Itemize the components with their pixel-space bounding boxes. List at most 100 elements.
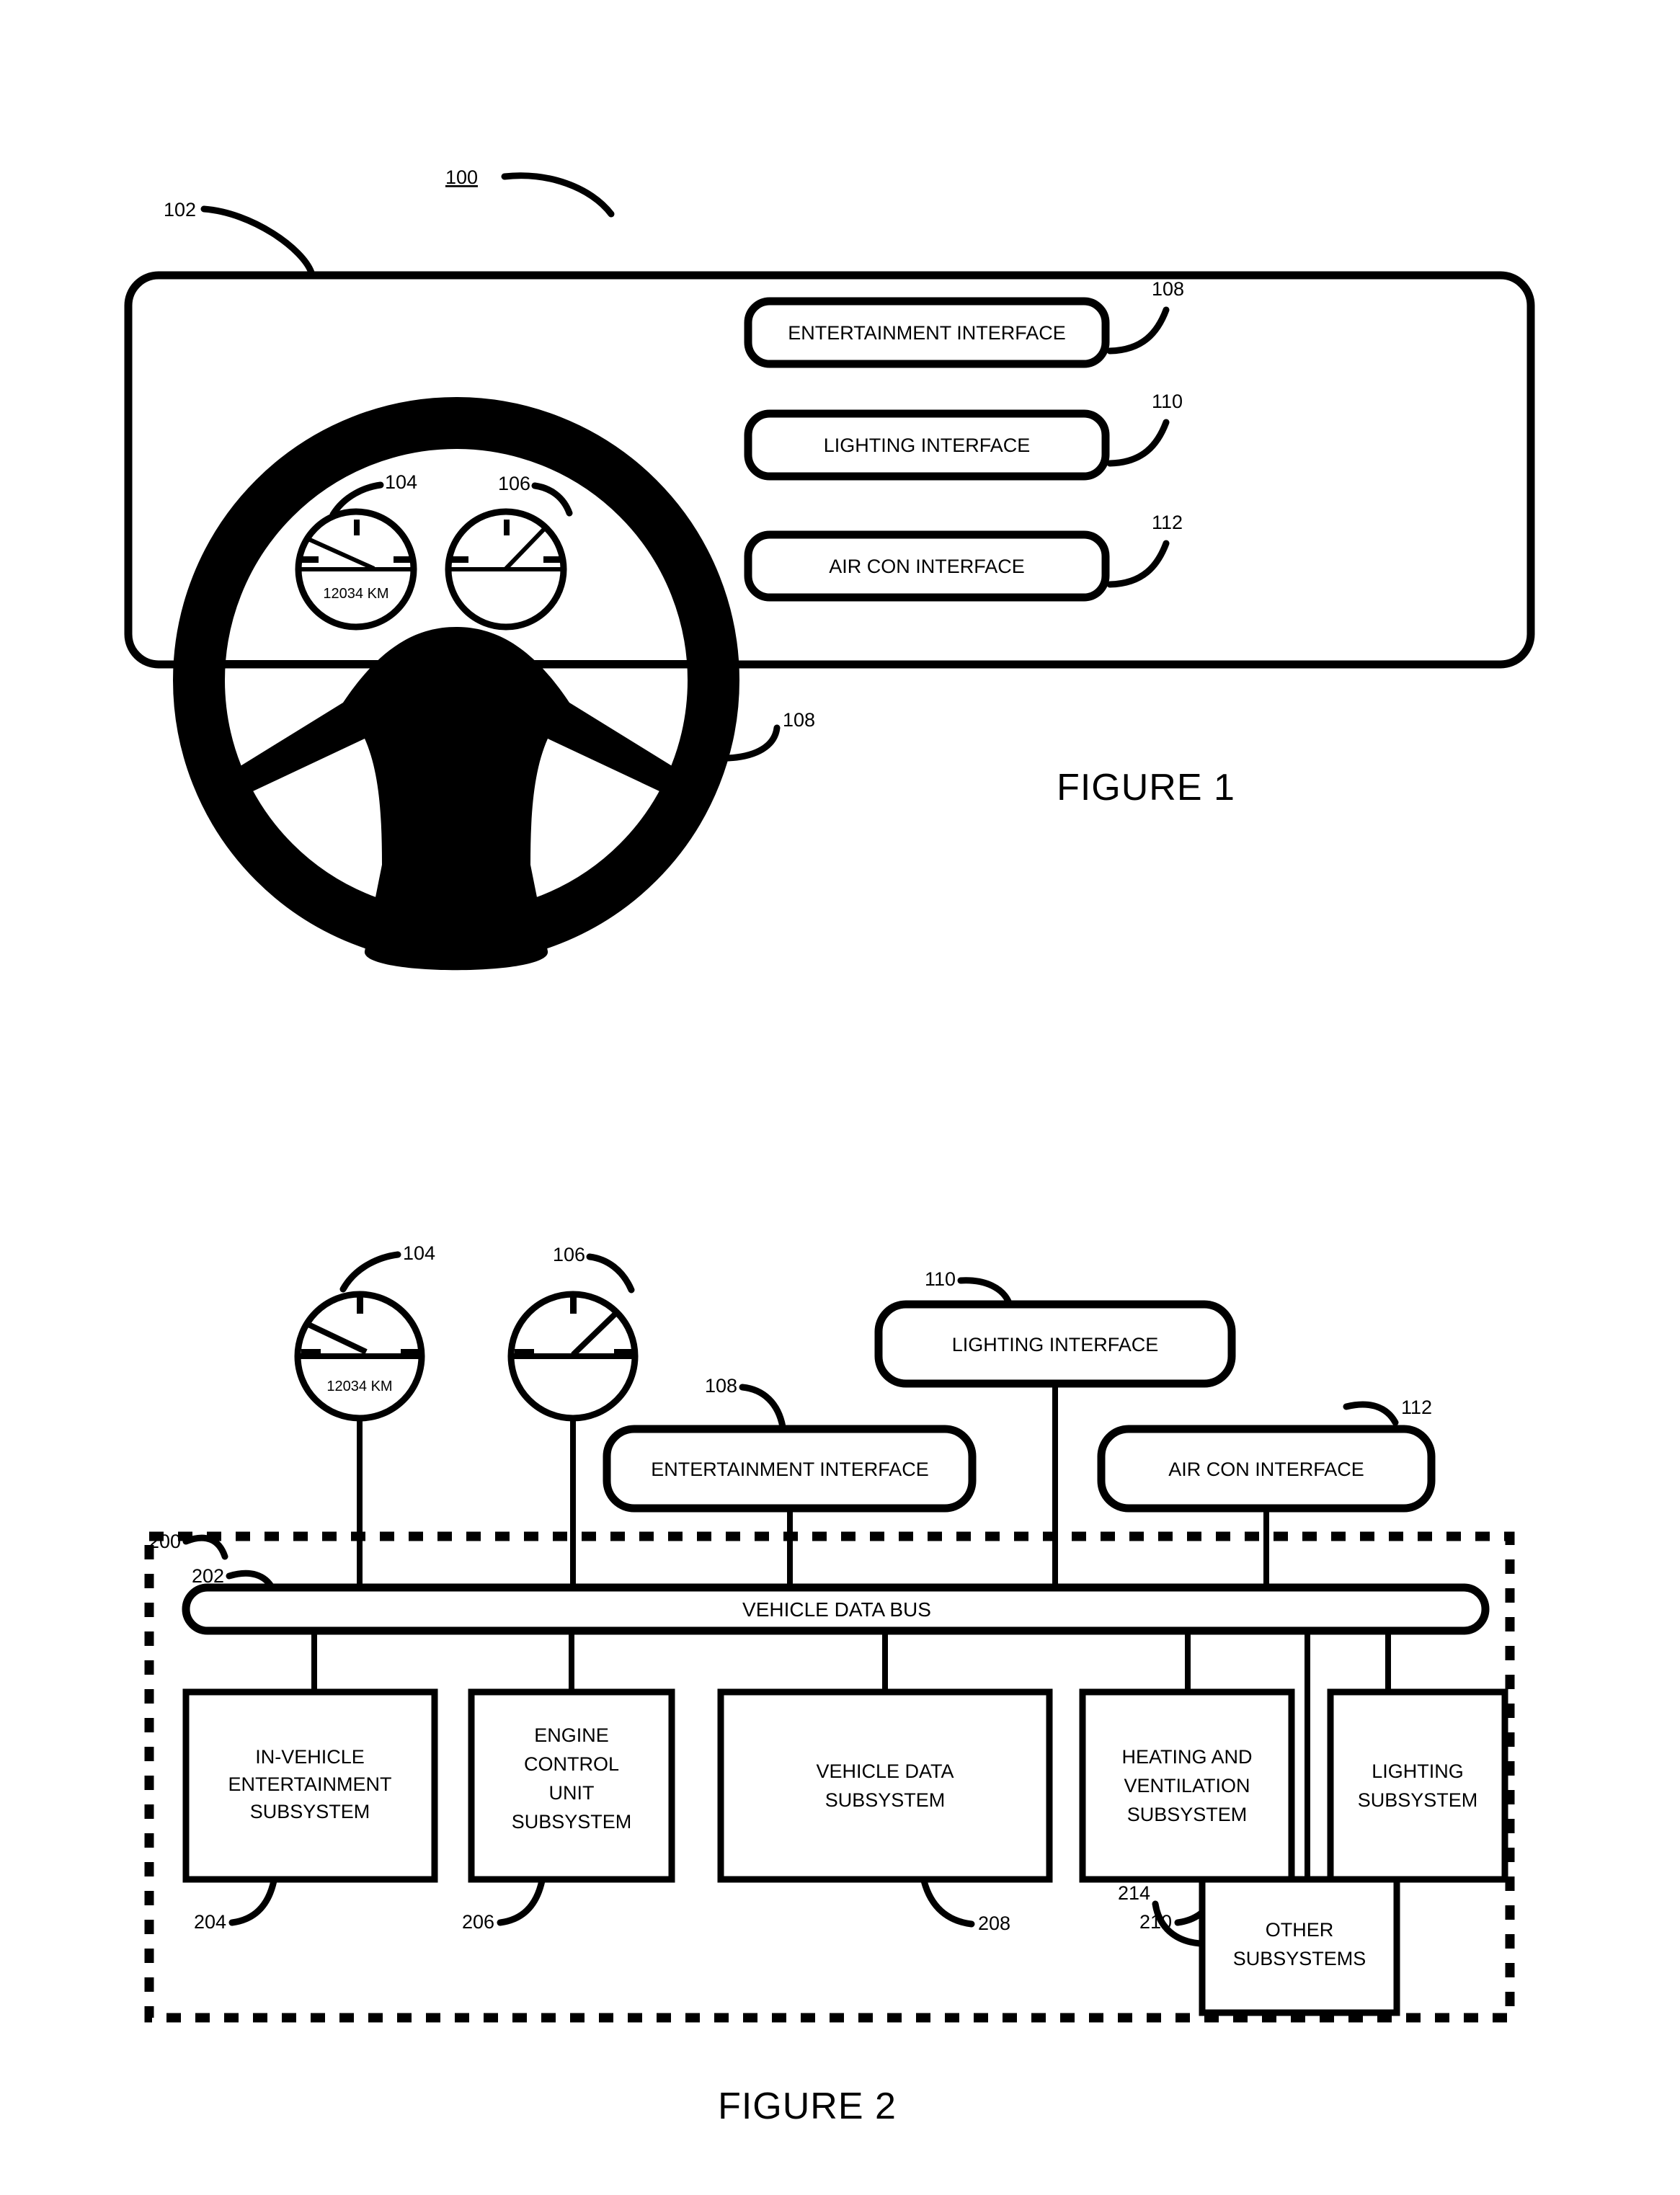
- leader-line-108-fig2: [739, 1384, 786, 1430]
- subsystem-208-box[interactable]: [717, 1688, 1053, 1883]
- ref-number-112-fig2: 112: [1401, 1397, 1432, 1418]
- figure-2-group: 12034 KM 104 106 LIGHTING INTERFACE 110 …: [144, 1242, 1515, 2127]
- subsystem-214-box[interactable]: [1199, 1876, 1400, 2016]
- ref-number-108-fig1: 108: [1152, 278, 1184, 300]
- subsystem-204[interactable]: IN-VEHICLE ENTERTAINMENT SUBSYSTEM: [182, 1688, 438, 1883]
- subsystem-208-line-1: VEHICLE DATA: [816, 1760, 954, 1782]
- fig2-entertainment-interface-label: ENTERTAINMENT INTERFACE: [651, 1459, 929, 1480]
- gauge-104-tick-right: [394, 556, 411, 563]
- leader-line-104-fig2: [339, 1251, 401, 1293]
- ref-number-110-fig1: 110: [1152, 391, 1183, 412]
- drawing-canvas: 100 102 ENTERTAINMENT INTERFACE 108 LIGH…: [124, 166, 1535, 2127]
- gauge-106-tick-left: [451, 556, 468, 563]
- ref-number-112-fig1: 112: [1152, 512, 1183, 533]
- ref-callout-104-fig2: 104: [339, 1242, 435, 1293]
- subsystem-214-line-1: OTHER: [1266, 1919, 1334, 1941]
- ref-callout-100: 100: [445, 166, 615, 218]
- subsystem-210-line-1: HEATING AND: [1121, 1746, 1252, 1768]
- ref-number-214: 214: [1118, 1882, 1150, 1904]
- fig2-gauge-104-tick-left: [301, 1349, 321, 1356]
- subsystem-210[interactable]: HEATING AND VENTILATION SUBSYSTEM: [1079, 1688, 1295, 1883]
- ref-callout-108-fig2: 108: [705, 1375, 786, 1430]
- fig2-gauge-106-tick-right: [614, 1349, 634, 1356]
- ref-callout-112-fig2: 112: [1343, 1397, 1432, 1426]
- fig2-air-con-interface-label: AIR CON INTERFACE: [1168, 1459, 1364, 1480]
- subsystem-206-line-1: ENGINE: [534, 1724, 609, 1746]
- subsystem-212-box[interactable]: [1327, 1688, 1508, 1883]
- subsystem-206-line-3: UNIT: [549, 1782, 595, 1804]
- ref-number-206: 206: [462, 1911, 494, 1933]
- fig2-gauge-106-tick-top: [570, 1295, 577, 1314]
- gauge-106-tick-top: [504, 520, 510, 535]
- subsystem-208-line-2: SUBSYSTEM: [825, 1789, 946, 1811]
- subsystem-212-line-2: SUBSYSTEM: [1358, 1789, 1478, 1811]
- ref-callout-110-fig2: 110: [925, 1268, 1013, 1306]
- gauge-104-tick-top: [354, 520, 360, 535]
- ref-number-106-fig1: 106: [498, 473, 530, 494]
- ref-number-104-fig1: 104: [385, 471, 417, 493]
- subsystem-206-line-4: SUBSYSTEM: [512, 1811, 632, 1833]
- gauge-106-fig1: [445, 508, 567, 631]
- air-con-interface-pill[interactable]: AIR CON INTERFACE: [744, 530, 1110, 602]
- lighting-interface-label: LIGHTING INTERFACE: [824, 435, 1031, 456]
- ref-number-100: 100: [445, 166, 478, 188]
- subsystem-210-line-3: SUBSYSTEM: [1127, 1804, 1248, 1825]
- vehicle-data-bus-label: VEHICLE DATA BUS: [742, 1598, 931, 1621]
- subsystem-212-line-1: LIGHTING: [1372, 1760, 1464, 1782]
- subsystem-204-line-2: ENTERTAINMENT: [228, 1773, 391, 1795]
- ref-number-104-fig2: 104: [403, 1242, 435, 1264]
- fig2-gauge-104-tick-right: [401, 1349, 420, 1356]
- fig2-entertainment-interface[interactable]: ENTERTAINMENT INTERFACE: [603, 1425, 977, 1588]
- leader-line-102: [200, 205, 315, 276]
- subsystem-208[interactable]: VEHICLE DATA SUBSYSTEM: [717, 1688, 1053, 1883]
- gauge-106-tick-right: [543, 556, 561, 563]
- ref-number-200: 200: [148, 1531, 181, 1552]
- patent-drawing-sheet: 100 102 ENTERTAINMENT INTERFACE 108 LIGH…: [0, 0, 1680, 2195]
- ref-number-106-fig2: 106: [553, 1244, 585, 1265]
- fig2-gauge-106-tick-left: [515, 1349, 534, 1356]
- ref-callout-106-fig2: 106: [553, 1244, 635, 1294]
- subsystem-206[interactable]: ENGINE CONTROL UNIT SUBSYSTEM: [468, 1688, 675, 1883]
- fig2-air-con-interface[interactable]: AIR CON INTERFACE: [1097, 1425, 1436, 1588]
- leader-line-106-fig2: [586, 1253, 635, 1294]
- fig2-gauge-104-tick-top: [357, 1295, 363, 1314]
- subsystem-214[interactable]: OTHER SUBSYSTEMS: [1199, 1876, 1400, 2016]
- subsystem-206-line-2: CONTROL: [524, 1753, 619, 1775]
- ref-number-102: 102: [164, 199, 196, 221]
- lighting-interface-pill[interactable]: LIGHTING INTERFACE: [744, 409, 1110, 481]
- subsystem-204-line-1: IN-VEHICLE: [255, 1746, 365, 1768]
- leader-line-208: [920, 1877, 975, 1928]
- fig2-gauge-104-reading: 12034 KM: [326, 1379, 392, 1394]
- leader-line-204: [228, 1877, 277, 1926]
- entertainment-interface-label: ENTERTAINMENT INTERFACE: [788, 322, 1066, 344]
- fig2-lighting-interface-label: LIGHTING INTERFACE: [952, 1334, 1159, 1355]
- subsystem-210-line-2: VENTILATION: [1124, 1775, 1250, 1796]
- ref-number-202: 202: [192, 1565, 224, 1587]
- ref-number-208: 208: [978, 1913, 1010, 1934]
- ref-number-110-fig2: 110: [925, 1268, 956, 1290]
- leader-line-110-fig2: [957, 1277, 1013, 1306]
- fig2-gauge-104: 12034 KM: [294, 1291, 425, 1588]
- subsystem-214-line-2: SUBSYSTEMS: [1233, 1948, 1366, 1969]
- ref-number-108-wheel: 108: [783, 709, 815, 731]
- gauge-104-fig1: 12034 KM: [295, 508, 417, 631]
- ref-number-204: 204: [194, 1911, 226, 1933]
- figure-1-group: 100 102 ENTERTAINMENT INTERFACE 108 LIGH…: [124, 166, 1535, 971]
- leader-line-100: [501, 172, 615, 218]
- air-con-interface-label: AIR CON INTERFACE: [829, 556, 1025, 577]
- figure-2-caption: FIGURE 2: [718, 2085, 897, 2127]
- steering-wheel-hub-and-spokes: [207, 627, 706, 971]
- leader-line-206: [497, 1877, 546, 1926]
- subsystem-212[interactable]: LIGHTING SUBSYSTEM: [1327, 1688, 1508, 1883]
- ref-callout-204: 204: [194, 1877, 277, 1933]
- leader-line-112-fig2: [1343, 1401, 1399, 1426]
- leader-line-108-wheel: [724, 724, 781, 762]
- figure-1-caption: FIGURE 1: [1057, 767, 1235, 809]
- gauge-104-reading: 12034 KM: [323, 586, 388, 602]
- ref-callout-208: 208: [920, 1877, 1010, 1934]
- ref-callout-206: 206: [462, 1877, 546, 1933]
- ref-callout-102: 102: [164, 199, 315, 276]
- ref-callout-214: 214: [1118, 1882, 1204, 1947]
- entertainment-interface-pill[interactable]: ENTERTAINMENT INTERFACE: [744, 297, 1110, 368]
- ref-number-108-fig2: 108: [705, 1375, 737, 1397]
